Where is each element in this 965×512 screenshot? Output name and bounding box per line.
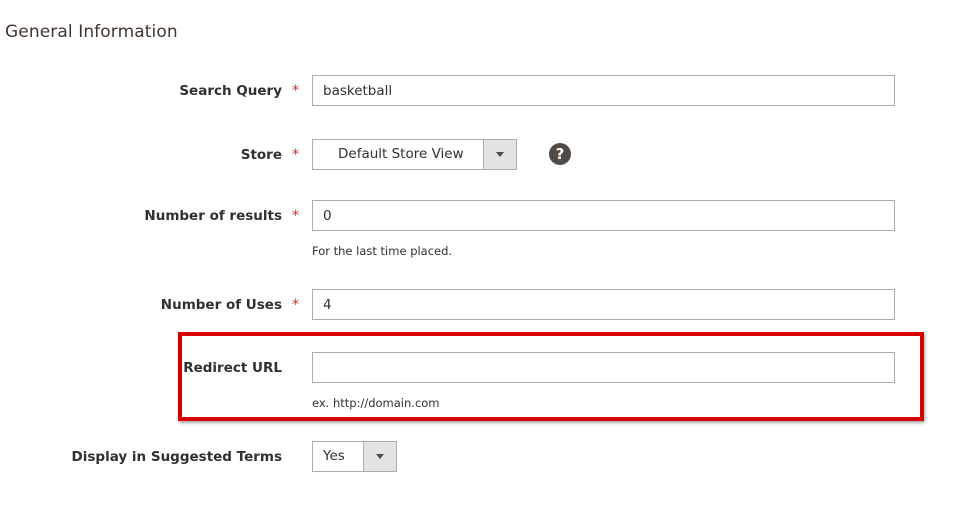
required-asterisk: * [292, 297, 299, 313]
display-in-suggested-terms-label: Display in Suggested Terms [71, 449, 282, 465]
store-label: Store [240, 147, 282, 163]
number-of-results-label: Number of results [144, 208, 282, 224]
highlight-box [178, 332, 924, 421]
number-of-results-note: For the last time placed. [312, 244, 453, 258]
number-of-uses-input[interactable] [312, 289, 895, 320]
number-of-uses-label: Number of Uses [160, 297, 282, 313]
question-mark-icon[interactable]: ? [549, 143, 571, 165]
search-term-form: General Information Search Query * Store… [0, 0, 965, 512]
chevron-down-icon[interactable] [483, 140, 516, 169]
search-query-label: Search Query [179, 83, 282, 99]
store-select-value: Default Store View [338, 146, 464, 162]
section-title: General Information [5, 22, 178, 42]
number-of-results-input[interactable] [312, 200, 895, 231]
display-in-suggested-terms-select[interactable]: Yes [312, 441, 397, 472]
required-asterisk: * [292, 147, 299, 163]
required-asterisk: * [292, 83, 299, 99]
display-in-suggested-terms-value: Yes [323, 448, 345, 464]
store-select[interactable]: Default Store View [312, 139, 517, 170]
required-asterisk: * [292, 208, 299, 224]
chevron-down-icon[interactable] [363, 442, 396, 471]
search-query-input[interactable] [312, 75, 895, 106]
